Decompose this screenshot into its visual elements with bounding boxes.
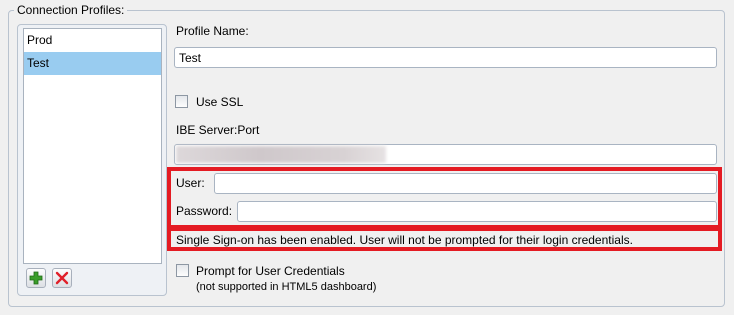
server-port-label: IBE Server:Port — [176, 123, 260, 137]
password-label: Password: — [176, 204, 233, 218]
prompt-credentials-checkbox[interactable] — [176, 264, 189, 277]
profile-name-input[interactable] — [174, 47, 717, 68]
prompt-credentials-label: Prompt for User Credentials — [196, 264, 345, 278]
use-ssl-label: Use SSL — [196, 95, 244, 109]
user-label: User: — [176, 176, 205, 190]
plus-icon — [29, 271, 43, 285]
x-icon — [55, 271, 69, 285]
prompt-credentials-note: (not supported in HTML5 dashboard) — [196, 281, 377, 293]
group-title: Connection Profiles: — [14, 3, 128, 17]
remove-profile-button[interactable] — [52, 268, 72, 288]
user-input[interactable] — [214, 173, 717, 194]
add-profile-button[interactable] — [26, 268, 46, 288]
use-ssl-checkbox[interactable] — [175, 95, 188, 108]
profile-name-label: Profile Name: — [176, 24, 249, 38]
list-item-test[interactable]: Test — [24, 52, 161, 75]
sso-message: Single Sign-on has been enabled. User wi… — [176, 233, 633, 247]
redacted-server-value — [176, 146, 386, 163]
profiles-list[interactable]: Prod Test — [23, 28, 162, 264]
list-item-prod[interactable]: Prod — [24, 29, 161, 52]
password-input[interactable] — [237, 201, 717, 222]
